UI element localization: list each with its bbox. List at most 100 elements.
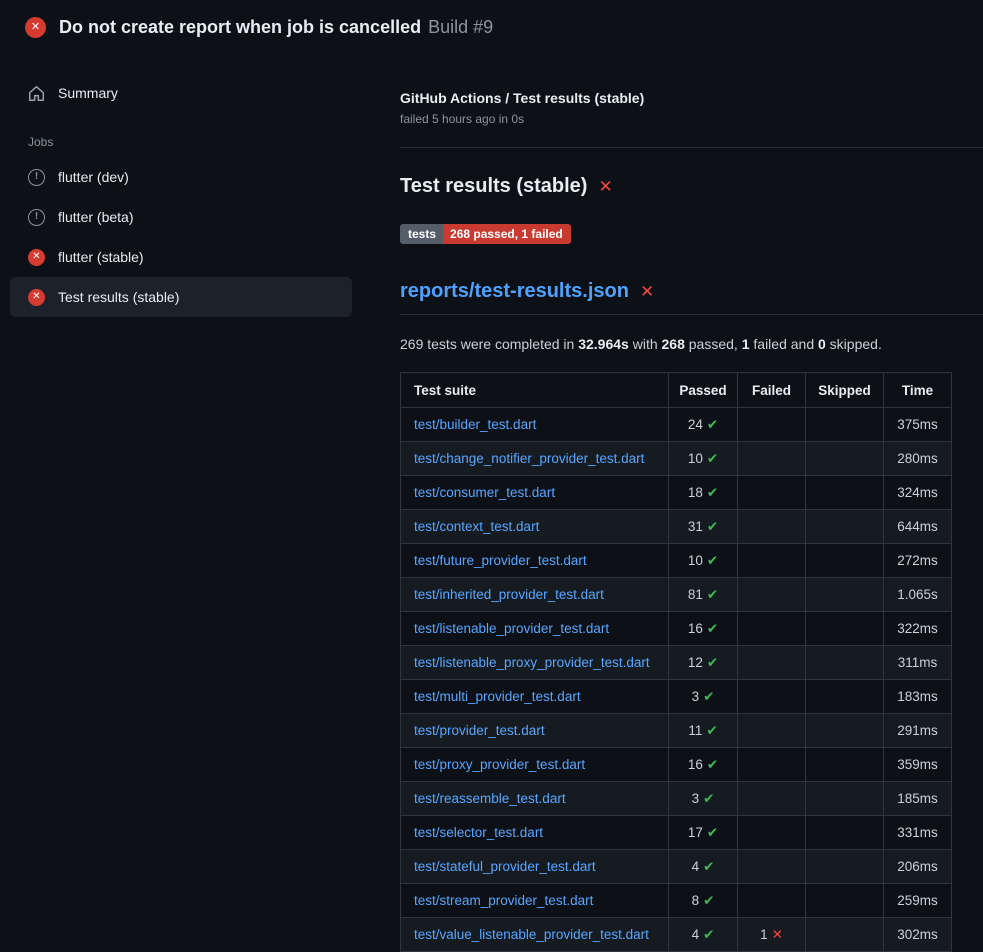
test-suite-link[interactable]: test/builder_test.dart <box>414 417 536 432</box>
test-suite-link[interactable]: test/future_provider_test.dart <box>414 553 587 568</box>
skipped-cell <box>806 782 884 816</box>
summary-bold-segment: 268 <box>662 336 685 352</box>
results-table-header-row: Test suitePassedFailedSkippedTime <box>401 373 952 408</box>
table-row: test/listenable_proxy_provider_test.dart… <box>401 646 952 680</box>
report-file-link[interactable]: reports/test-results.json <box>400 280 629 303</box>
summary-line: 269 tests were completed in 32.964s with… <box>400 336 983 352</box>
test-suite-cell: test/proxy_provider_test.dart <box>401 748 669 782</box>
time-cell: 291ms <box>884 714 952 748</box>
sidebar-item-summary[interactable]: Summary <box>10 73 352 113</box>
test-suite-link[interactable]: test/inherited_provider_test.dart <box>414 587 604 602</box>
failed-cell <box>738 408 806 442</box>
test-suite-link[interactable]: test/reassemble_test.dart <box>414 791 566 806</box>
failed-cell <box>738 612 806 646</box>
failed-cell <box>738 850 806 884</box>
check-icon: ✔ <box>707 621 718 636</box>
report-heading: reports/test-results.json ✕ <box>400 280 983 315</box>
time-cell: 259ms <box>884 884 952 918</box>
main-content: GitHub Actions / Test results (stable) f… <box>392 53 983 952</box>
passed-cell: 3✔ <box>669 782 738 816</box>
sidebar-item-flutter-dev[interactable]: !flutter (dev) <box>10 157 352 197</box>
column-header-skipped: Skipped <box>806 373 884 408</box>
check-icon: ✔ <box>703 689 714 704</box>
run-meta: failed 5 hours ago in 0s <box>400 112 983 126</box>
skipped-cell <box>806 612 884 646</box>
table-row: test/change_notifier_provider_test.dart1… <box>401 442 952 476</box>
test-suite-cell: test/change_notifier_provider_test.dart <box>401 442 669 476</box>
sidebar-item-test-results-stable[interactable]: ✕ Test results (stable) <box>10 277 352 317</box>
sidebar-item-flutter-beta[interactable]: !flutter (beta) <box>10 197 352 237</box>
time-cell: 280ms <box>884 442 952 476</box>
sidebar-item-label: flutter (beta) <box>58 209 133 225</box>
table-row: test/listenable_provider_test.dart16✔322… <box>401 612 952 646</box>
jobs-heading: Jobs <box>28 135 352 149</box>
summary-segment: skipped. <box>826 336 882 352</box>
time-cell: 322ms <box>884 612 952 646</box>
time-cell: 359ms <box>884 748 952 782</box>
sidebar-item-label: flutter (stable) <box>58 249 144 265</box>
check-icon: ✔ <box>703 859 714 874</box>
table-row: test/stream_provider_test.dart8✔259ms <box>401 884 952 918</box>
test-suite-link[interactable]: test/context_test.dart <box>414 519 539 534</box>
time-cell: 331ms <box>884 816 952 850</box>
test-suite-link[interactable]: test/multi_provider_test.dart <box>414 689 581 704</box>
failed-cell <box>738 680 806 714</box>
test-suite-cell: test/builder_test.dart <box>401 408 669 442</box>
failed-cell: 1✕ <box>738 918 806 952</box>
test-suite-link[interactable]: test/change_notifier_provider_test.dart <box>414 451 644 466</box>
alert-circle-icon: ! <box>28 169 45 186</box>
test-suite-link[interactable]: test/value_listenable_provider_test.dart <box>414 927 649 942</box>
test-suite-cell: test/context_test.dart <box>401 510 669 544</box>
column-header-test-suite: Test suite <box>401 373 669 408</box>
build-title: Do not create report when job is cancell… <box>59 17 421 37</box>
test-suite-link[interactable]: test/stream_provider_test.dart <box>414 893 593 908</box>
x-circle-icon: ✕ <box>28 289 45 306</box>
check-icon: ✔ <box>707 553 718 568</box>
test-suite-link[interactable]: test/listenable_provider_test.dart <box>414 621 609 636</box>
skipped-cell <box>806 816 884 850</box>
time-cell: 272ms <box>884 544 952 578</box>
test-suite-link[interactable]: test/selector_test.dart <box>414 825 543 840</box>
skipped-cell <box>806 510 884 544</box>
time-cell: 302ms <box>884 918 952 952</box>
failed-cell <box>738 816 806 850</box>
column-header-failed: Failed <box>738 373 806 408</box>
failed-cell <box>738 510 806 544</box>
column-header-time: Time <box>884 373 952 408</box>
test-suite-link[interactable]: test/consumer_test.dart <box>414 485 555 500</box>
test-suite-cell: test/value_listenable_provider_test.dart <box>401 918 669 952</box>
page-layout: Summary Jobs !flutter (dev)!flutter (bet… <box>0 53 983 952</box>
skipped-cell <box>806 408 884 442</box>
summary-segment: 269 tests were completed in <box>400 336 578 352</box>
test-suite-cell: test/listenable_provider_test.dart <box>401 612 669 646</box>
table-row: test/selector_test.dart17✔331ms <box>401 816 952 850</box>
test-suite-cell: test/reassemble_test.dart <box>401 782 669 816</box>
sidebar-item-flutter-stable[interactable]: ✕flutter (stable) <box>10 237 352 277</box>
skipped-cell <box>806 748 884 782</box>
test-suite-link[interactable]: test/proxy_provider_test.dart <box>414 757 585 772</box>
test-suite-link[interactable]: test/provider_test.dart <box>414 723 545 738</box>
table-row: test/proxy_provider_test.dart 16✔ 359ms <box>401 748 952 782</box>
check-icon: ✔ <box>707 485 718 500</box>
table-row: test/reassemble_test.dart3✔185ms <box>401 782 952 816</box>
summary-bold-segment: 32.964s <box>578 336 629 352</box>
summary-bold-segment: 0 <box>818 336 826 352</box>
skipped-cell <box>806 578 884 612</box>
check-icon: ✔ <box>707 655 718 670</box>
check-icon: ✔ <box>707 417 718 432</box>
failed-cell <box>738 578 806 612</box>
passed-cell: 24✔ <box>669 408 738 442</box>
test-suite-link[interactable]: test/listenable_proxy_provider_test.dart <box>414 655 650 670</box>
passed-cell: 16✔ <box>669 748 738 782</box>
passed-cell: 12✔ <box>669 646 738 680</box>
test-suite-cell: test/provider_test.dart <box>401 714 669 748</box>
sidebar-item-label: Test results (stable) <box>58 289 179 305</box>
skipped-cell <box>806 544 884 578</box>
table-row: test/value_listenable_provider_test.dart… <box>401 918 952 952</box>
test-suite-link[interactable]: test/stateful_provider_test.dart <box>414 859 596 874</box>
breadcrumb: GitHub Actions / Test results (stable) <box>400 90 983 106</box>
failed-x-icon: ✕ <box>598 178 612 195</box>
time-cell: 1.065s <box>884 578 952 612</box>
badge-value: 268 passed, 1 failed <box>443 224 571 244</box>
passed-cell: 18✔ <box>669 476 738 510</box>
